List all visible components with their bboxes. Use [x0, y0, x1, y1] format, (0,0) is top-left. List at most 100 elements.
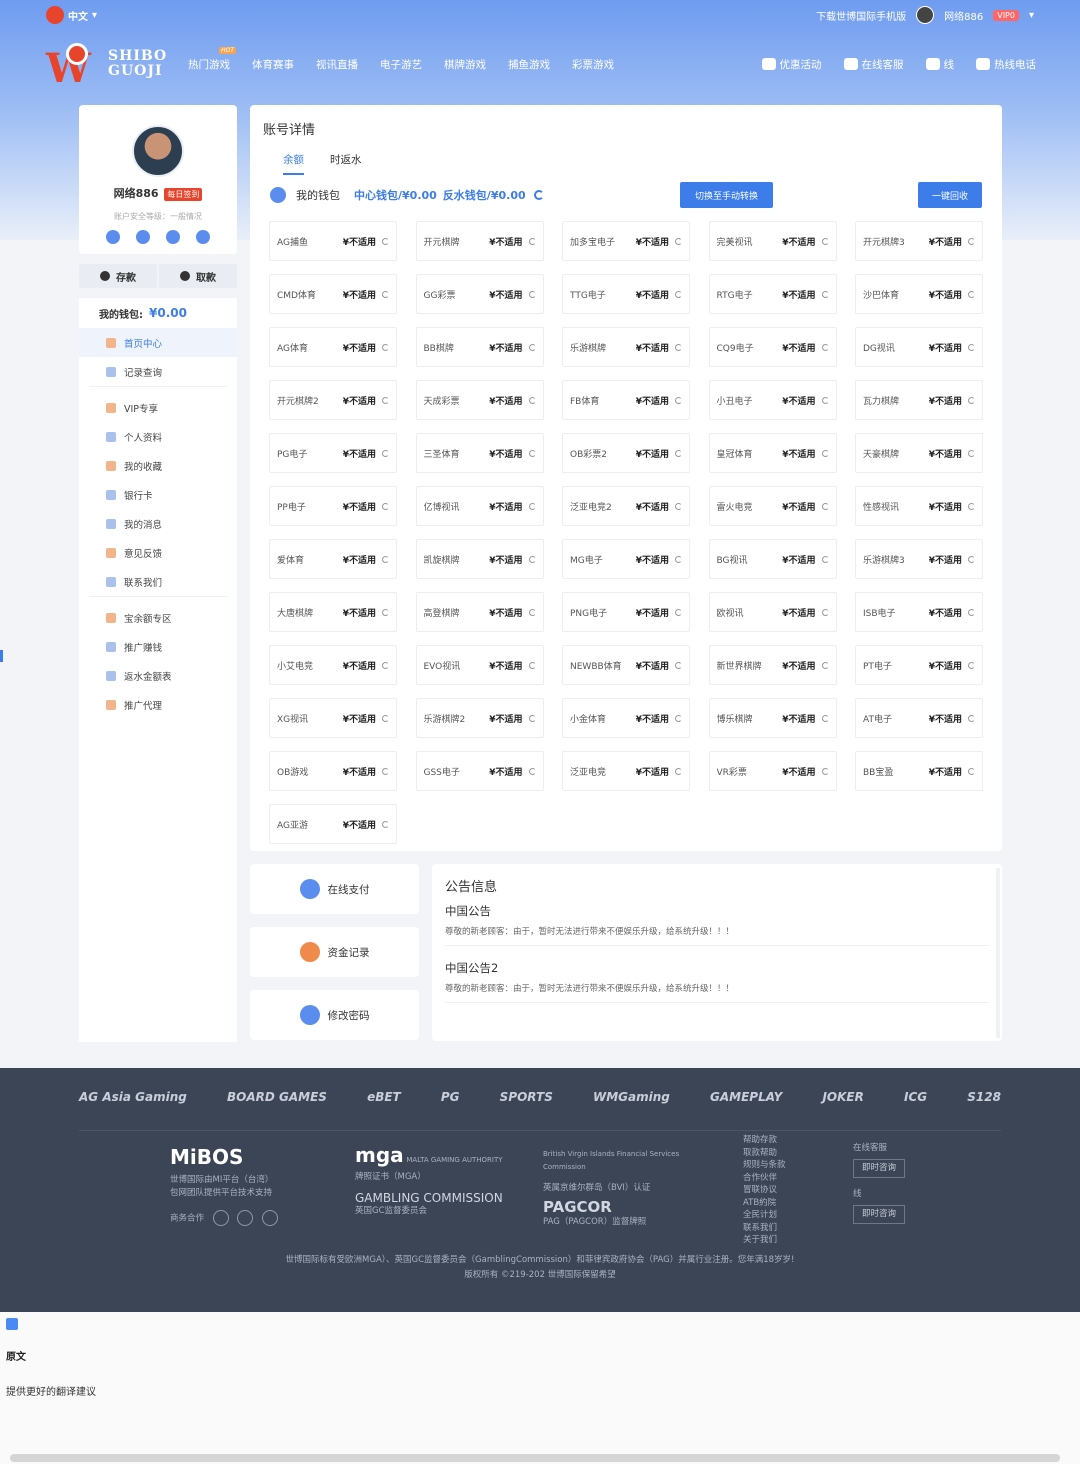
refresh-icon[interactable] — [675, 555, 682, 563]
refresh-icon[interactable] — [968, 343, 975, 351]
refresh-icon[interactable] — [968, 396, 975, 404]
refresh-icon[interactable] — [382, 237, 389, 245]
refresh-icon[interactable] — [528, 661, 536, 669]
footer-link[interactable]: 规则与条款 — [743, 1159, 833, 1172]
refresh-icon[interactable] — [675, 343, 682, 351]
refresh-icon[interactable] — [968, 661, 975, 669]
refresh-icon[interactable] — [382, 555, 389, 563]
refresh-icon[interactable] — [528, 502, 536, 510]
refresh-icon[interactable] — [528, 714, 536, 722]
language-switcher[interactable]: 中文 ▾ — [46, 6, 97, 24]
sidebar-item-balance-zone[interactable]: 宝余额专区 — [79, 603, 237, 632]
nav-line[interactable]: 线 — [925, 57, 954, 72]
footer-link[interactable]: ATB約院 — [743, 1197, 833, 1210]
refresh-icon[interactable] — [675, 661, 682, 669]
sidebar-item-vip[interactable]: VIP专享 — [79, 393, 237, 422]
tab-rebate[interactable]: 时返水 — [330, 152, 362, 175]
footer-link[interactable]: 联系我们 — [743, 1222, 833, 1235]
sidebar-item-bank-card[interactable]: 银行卡 — [79, 480, 237, 509]
refresh-icon[interactable] — [968, 237, 975, 245]
refresh-icon[interactable] — [821, 608, 829, 616]
horizontal-scrollbar[interactable] — [10, 1454, 1060, 1462]
fund-records-button[interactable]: 资金记录 — [250, 927, 419, 977]
refresh-icon[interactable] — [821, 714, 829, 722]
refresh-icon[interactable] — [675, 767, 682, 775]
chevron-down-icon[interactable]: ▾ — [1029, 10, 1034, 21]
refresh-icon[interactable] — [968, 555, 975, 563]
footer-link[interactable]: 帮助存款 — [743, 1134, 833, 1147]
user-verify-icon[interactable] — [136, 230, 150, 244]
refresh-icon[interactable] — [382, 608, 389, 616]
refresh-icon[interactable] — [675, 608, 682, 616]
avatar[interactable] — [132, 125, 184, 177]
refresh-icon[interactable] — [675, 502, 682, 510]
sidebar-item-messages[interactable]: 我的消息 — [79, 509, 237, 538]
tab-balance[interactable]: 余额 — [283, 152, 304, 175]
side-tab[interactable] — [0, 650, 3, 662]
refresh-icon[interactable] — [382, 820, 389, 828]
deposit-button[interactable]: 存款 — [79, 264, 157, 288]
avatar[interactable] — [916, 6, 935, 24]
refresh-icon[interactable] — [968, 449, 975, 457]
refresh-icon[interactable] — [382, 661, 389, 669]
refresh-icon[interactable] — [821, 343, 829, 351]
switch-manual-button[interactable]: 切换至手动转换 — [680, 182, 773, 208]
footer-link[interactable]: 全民计划 — [743, 1209, 833, 1222]
download-app-link[interactable]: 下载世博国际手机版 — [816, 8, 906, 23]
notice-item-title[interactable]: 中国公告2 — [445, 960, 989, 976]
refresh-icon[interactable] — [528, 237, 536, 245]
refresh-icon[interactable] — [821, 396, 829, 404]
refresh-icon[interactable] — [968, 767, 975, 775]
refresh-icon[interactable] — [675, 449, 682, 457]
notice-scrollbar[interactable] — [996, 868, 1000, 1038]
nav-lottery[interactable]: 彩票游戏 — [572, 57, 614, 72]
refresh-icon[interactable] — [821, 555, 829, 563]
username[interactable]: 网络886 — [944, 8, 983, 23]
sidebar-item-home[interactable]: 首页中心 — [79, 328, 237, 357]
sidebar-item-rebate-table[interactable]: 返水金额表 — [79, 661, 237, 690]
sidebar-item-feedback[interactable]: 意见反馈 — [79, 538, 237, 567]
sidebar-item-referral[interactable]: 推广赚钱 — [79, 632, 237, 661]
nav-live[interactable]: 视讯直播 — [316, 57, 358, 72]
phone-verify-icon[interactable] — [106, 230, 120, 244]
footer-link[interactable]: 冒联协议 — [743, 1184, 833, 1197]
email-verify-icon[interactable] — [166, 230, 180, 244]
refresh-icon[interactable] — [675, 237, 682, 245]
sidebar-item-contact[interactable]: 联系我们 — [79, 567, 237, 596]
nav-slots[interactable]: 电子游艺 — [380, 57, 422, 72]
daily-sign-button[interactable]: 每日签到 — [164, 188, 203, 201]
line-consult-button[interactable]: 即时咨询 — [853, 1205, 906, 1224]
footer-link[interactable]: 取款帮助 — [743, 1147, 833, 1160]
refresh-icon[interactable] — [675, 396, 682, 404]
refresh-icon[interactable] — [382, 714, 389, 722]
refresh-icon[interactable] — [675, 290, 682, 298]
card-verify-icon[interactable] — [196, 230, 210, 244]
email-icon[interactable] — [262, 1210, 279, 1226]
refresh-icon[interactable] — [533, 190, 544, 200]
refresh-icon[interactable] — [382, 767, 389, 775]
refresh-icon[interactable] — [528, 343, 536, 351]
sidebar-item-profile[interactable]: 个人资料 — [79, 422, 237, 451]
refresh-icon[interactable] — [528, 449, 536, 457]
nav-sports[interactable]: 体育赛事 — [252, 57, 294, 72]
suggest-translation-link[interactable]: 提供更好的翻译建议 — [6, 1383, 1074, 1398]
change-password-button[interactable]: 修改密码 — [250, 990, 419, 1040]
refresh-icon[interactable] — [821, 290, 829, 298]
refresh-icon[interactable] — [382, 502, 389, 510]
nav-fishing[interactable]: 捕鱼游戏 — [508, 57, 550, 72]
refresh-icon[interactable] — [528, 767, 536, 775]
refresh-icon[interactable] — [821, 237, 829, 245]
notice-item-title[interactable]: 中国公告 — [445, 903, 989, 919]
nav-cards[interactable]: 棋牌游戏 — [444, 57, 486, 72]
nav-promotions[interactable]: 优惠活动 — [761, 57, 822, 72]
refresh-icon[interactable] — [821, 661, 829, 669]
refresh-icon[interactable] — [968, 290, 975, 298]
nav-online-service[interactable]: 在线客服 — [843, 57, 904, 72]
sidebar-item-favorites[interactable]: 我的收藏 — [79, 451, 237, 480]
footer-link[interactable]: 合作伙伴 — [743, 1172, 833, 1185]
refresh-icon[interactable] — [675, 714, 682, 722]
refresh-icon[interactable] — [821, 767, 829, 775]
refresh-icon[interactable] — [382, 290, 389, 298]
sidebar-item-records[interactable]: 记录查询 — [79, 357, 237, 386]
telegram-icon[interactable] — [237, 1210, 254, 1226]
